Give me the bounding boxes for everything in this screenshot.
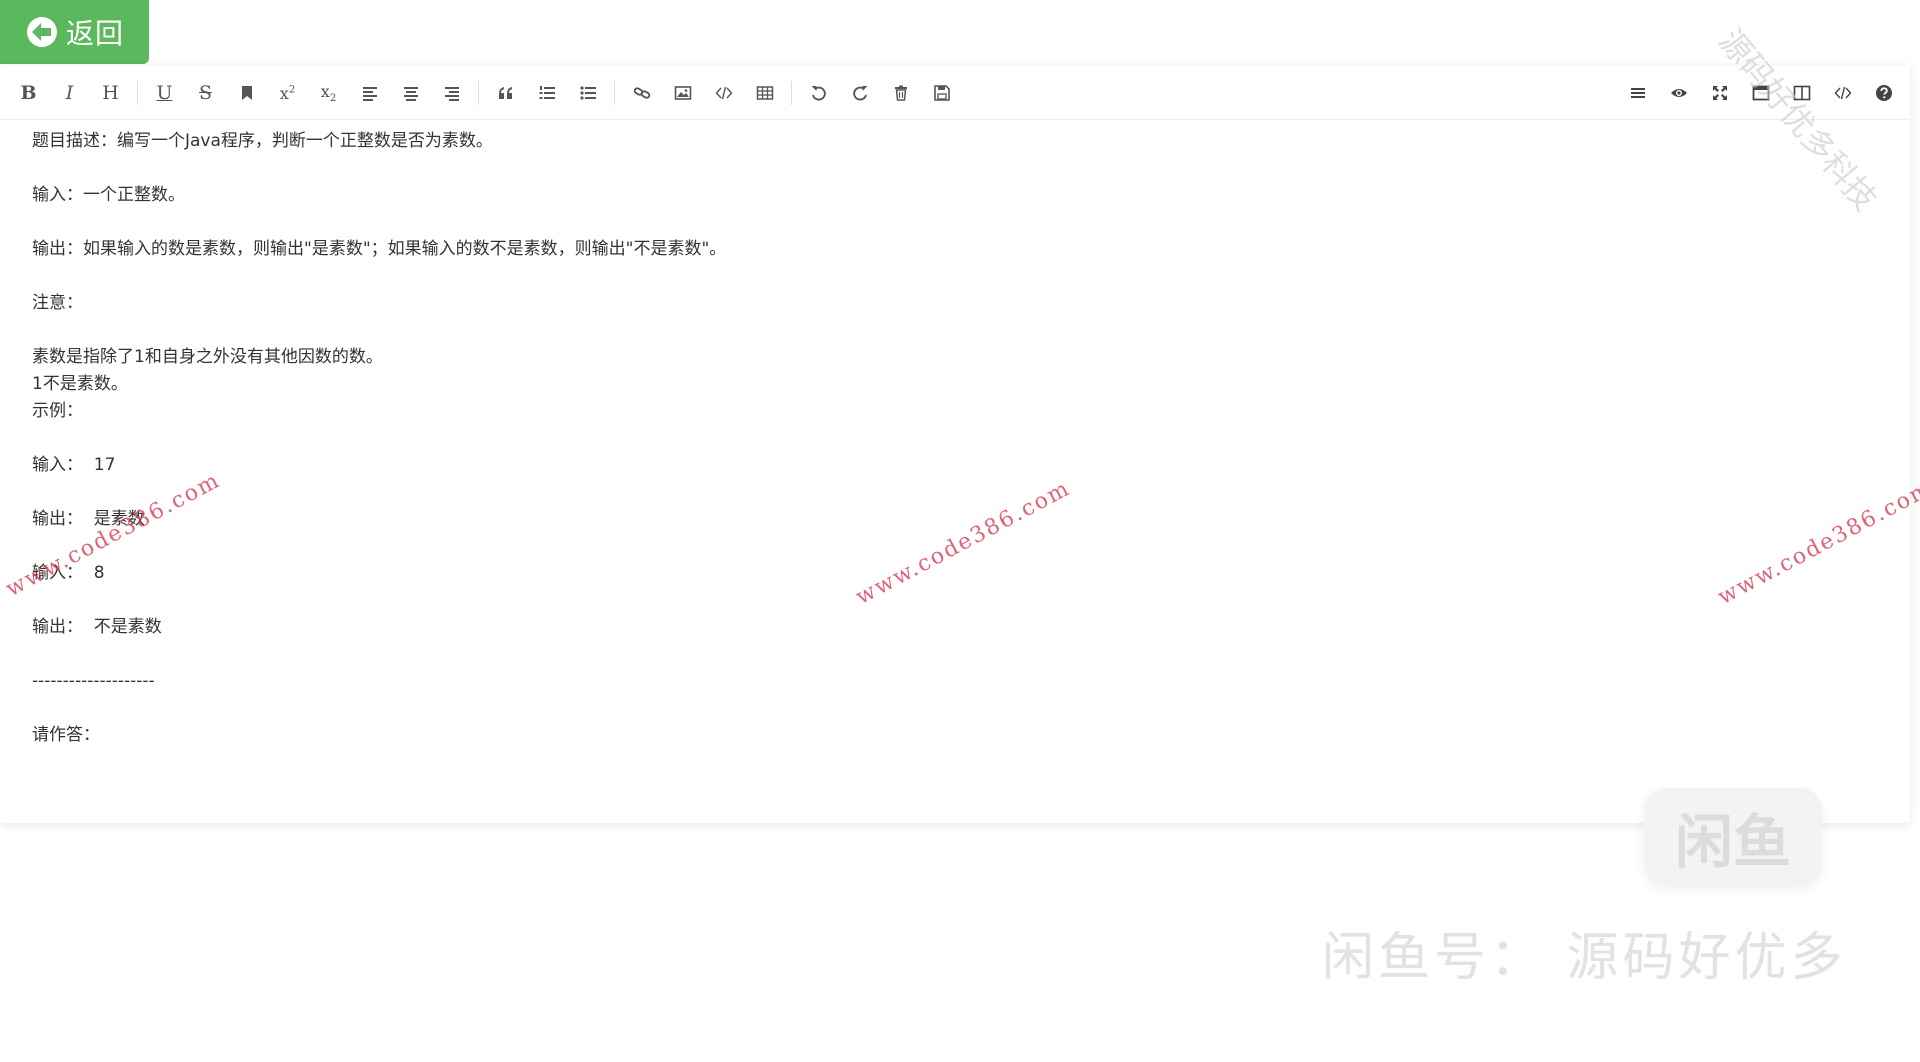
content-line: 输出： 是素数	[32, 509, 145, 529]
image-icon	[674, 86, 691, 100]
expand-icon	[1712, 86, 1727, 100]
heading-button[interactable]: H	[90, 75, 131, 111]
columns-icon	[1793, 85, 1810, 101]
save-icon	[933, 85, 950, 101]
heading-icon: H	[102, 81, 119, 104]
fullscreen-button[interactable]	[1699, 75, 1740, 111]
underline-button[interactable]: U	[144, 75, 185, 111]
back-button[interactable]: 返回	[0, 0, 149, 64]
quote-button[interactable]	[485, 75, 526, 111]
subscript-small: 2	[329, 93, 337, 105]
eye-icon	[1670, 89, 1687, 97]
xianyu-id-watermark: 闲鱼号： 源码好优多	[1322, 928, 1847, 988]
align-left-icon	[362, 87, 377, 101]
undo-icon	[811, 86, 826, 101]
html-code-button[interactable]	[1822, 75, 1863, 111]
align-left-button[interactable]	[349, 75, 390, 111]
bold-button[interactable]: B	[8, 75, 49, 111]
align-right-button[interactable]	[431, 75, 472, 111]
editor-content[interactable]: 题目描述：编写一个Java程序，判断一个正整数是否为素数。 输入：一个正整数。 输出…	[32, 128, 1870, 749]
subscript-glyph: x	[320, 81, 330, 101]
toolbar-left-group: B I H U S x2 x2	[8, 66, 962, 120]
code-icon	[715, 86, 732, 100]
read-mode-button[interactable]	[1740, 75, 1781, 111]
code-button[interactable]	[703, 75, 744, 111]
arrow-left-circle-icon	[27, 17, 57, 47]
superscript-glyph: x	[279, 83, 289, 103]
strikethrough-icon: S	[198, 81, 213, 104]
toolbar-separator	[791, 81, 792, 105]
toolbar-separator	[614, 81, 615, 105]
editor-toolbar: B I H U S x2 x2	[0, 66, 1910, 120]
content-line: 输出：如果输入的数是素数，则输出"是素数"；如果输入的数不是素数，则输出"不是素…	[32, 239, 727, 259]
subscript-icon: x2	[321, 82, 336, 104]
italic-icon: I	[65, 81, 74, 104]
content-line: 输出： 不是素数	[32, 617, 162, 637]
superscript-small: 2	[288, 84, 296, 96]
content-line: 1不是素数。	[32, 374, 128, 394]
table-icon	[756, 86, 773, 100]
markdown-editor: B I H U S x2 x2 题目描述：编写一个Java程序，判断一个正整数是…	[0, 66, 1910, 823]
toolbar-separator	[137, 81, 138, 105]
unordered-list-button[interactable]	[567, 75, 608, 111]
menu-icon	[1630, 88, 1645, 98]
align-right-icon	[444, 87, 459, 101]
bold-icon: B	[20, 81, 37, 104]
save-button[interactable]	[921, 75, 962, 111]
toolbar-right-group	[1617, 66, 1904, 120]
image-button[interactable]	[662, 75, 703, 111]
content-line: 题目描述：编写一个Java程序，判断一个正整数是否为素数。	[32, 131, 493, 151]
bookmark-icon	[241, 86, 252, 100]
content-line: 注意：	[32, 293, 83, 313]
align-center-button[interactable]	[390, 75, 431, 111]
redo-icon	[852, 86, 867, 101]
mark-button[interactable]	[226, 75, 267, 111]
strikethrough-button[interactable]: S	[185, 75, 226, 111]
ordered-list-icon	[539, 86, 555, 99]
content-line: 输入： 17	[32, 455, 116, 475]
unordered-list-icon	[579, 86, 596, 100]
table-button[interactable]	[744, 75, 785, 111]
underline-icon: U	[156, 81, 173, 104]
ordered-list-button[interactable]	[526, 75, 567, 111]
content-line: 示例：	[32, 401, 83, 421]
toolbar-separator	[478, 81, 479, 105]
back-button-label: 返回	[66, 17, 125, 50]
preview-button[interactable]	[1658, 75, 1699, 111]
content-line: 素数是指除了1和自身之外没有其他因数的数。	[32, 347, 383, 367]
align-center-icon	[403, 87, 418, 101]
quote-icon	[498, 87, 512, 99]
superscript-icon: x2	[280, 84, 295, 103]
help-button[interactable]	[1863, 75, 1904, 111]
subscript-button[interactable]: x2	[308, 75, 349, 111]
content-line: --------------------	[32, 671, 155, 691]
navigation-button[interactable]	[1617, 75, 1658, 111]
link-button[interactable]	[621, 75, 662, 111]
window-icon	[1752, 85, 1769, 101]
trash-button[interactable]	[880, 75, 921, 111]
split-view-button[interactable]	[1781, 75, 1822, 111]
content-line: 输入：一个正整数。	[32, 185, 185, 205]
undo-button[interactable]	[798, 75, 839, 111]
content-line: 输入： 8	[32, 563, 105, 583]
link-icon	[633, 87, 650, 99]
redo-button[interactable]	[839, 75, 880, 111]
superscript-button[interactable]: x2	[267, 75, 308, 111]
question-circle-icon	[1875, 85, 1892, 101]
content-line: 请作答：	[32, 725, 100, 745]
trash-icon	[894, 85, 907, 101]
italic-button[interactable]: I	[49, 75, 90, 111]
code-icon	[1834, 86, 1851, 100]
